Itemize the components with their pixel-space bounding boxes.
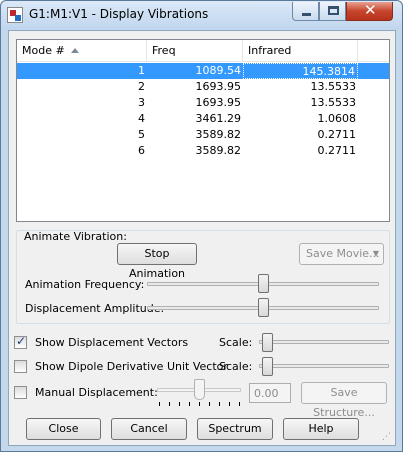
- table-cell-freq: 3589.82: [195, 144, 242, 157]
- column-header-label: Mode #: [22, 44, 65, 57]
- table-cell-freq: 1693.95: [195, 96, 242, 109]
- dropdown-arrow-icon: ▼: [372, 249, 379, 258]
- spectrum-button[interactable]: Spectrum: [197, 418, 273, 440]
- table-header: Mode # Freq Infrared: [17, 40, 389, 62]
- title-bar[interactable]: G1:M1:V1 - Display Vibrations ✕: [1, 1, 402, 29]
- table-cell-mode: 5: [138, 128, 145, 141]
- stop-animation-button[interactable]: Stop Animation: [117, 243, 197, 280]
- table-cell-mode: 2: [138, 80, 145, 93]
- maximize-button[interactable]: [319, 2, 346, 21]
- close-window-button[interactable]: ✕: [346, 1, 393, 21]
- show-dipole-vector-label: Show Dipole Derivative Unit Vector: [35, 360, 228, 373]
- table-row[interactable]: 6 3589.82 0.2711: [17, 143, 389, 159]
- manual-displacement-value-field[interactable]: 0.00: [249, 383, 291, 403]
- table-cell-freq: 3461.29: [195, 112, 242, 125]
- table-cell-ir: 0.2711: [317, 144, 357, 157]
- show-displacement-vectors-label: Show Displacement Vectors: [35, 336, 189, 349]
- dialog-client-area: Mode # Freq Infrared 1 1089.54 145.3814 2 16…: [8, 30, 396, 446]
- animation-frequency-thumb[interactable]: [258, 274, 269, 293]
- table-cell-freq: 1089.54: [195, 64, 242, 77]
- animate-vibration-label: Animate Vibration:: [24, 230, 127, 243]
- column-header-label: Infrared: [248, 44, 292, 57]
- column-header-infrared[interactable]: Infrared: [243, 40, 358, 62]
- cancel-button[interactable]: Cancel: [111, 418, 187, 440]
- table-row[interactable]: 5 3589.82 0.2711: [17, 127, 389, 143]
- close-button[interactable]: Close: [26, 418, 101, 440]
- table-row[interactable]: 1 1089.54 145.3814: [17, 63, 389, 79]
- manual-displacement-thumb[interactable]: [194, 379, 205, 400]
- display-vibrations-window: G1:M1:V1 - Display Vibrations ✕ Mode # F…: [0, 0, 403, 452]
- manual-displacement-checkbox[interactable]: [14, 386, 27, 399]
- table-cell-mode: 3: [138, 96, 145, 109]
- maximize-icon: [328, 6, 339, 15]
- table-cell-ir: 13.5533: [310, 96, 357, 109]
- table-cell-freq: 3589.82: [195, 128, 242, 141]
- vectors-scale-slider[interactable]: [259, 340, 389, 344]
- help-button[interactable]: Help: [283, 418, 359, 440]
- displacement-amplitude-thumb[interactable]: [258, 298, 269, 317]
- table-cell-ir: 13.5533: [310, 80, 357, 93]
- vectors-scale-thumb[interactable]: [262, 333, 273, 352]
- table-cell-mode: 6: [138, 144, 145, 157]
- show-displacement-vectors-checkbox[interactable]: ✓: [14, 334, 27, 349]
- table-cell-ir: 1.0608: [317, 112, 357, 125]
- app-icon: [7, 7, 23, 23]
- dipole-scale-label: Scale:: [219, 360, 253, 373]
- vectors-scale-label: Scale:: [219, 336, 253, 349]
- column-header-freq[interactable]: Freq: [147, 40, 243, 62]
- save-movie-button[interactable]: Save Movie... ▼: [299, 243, 384, 265]
- animation-frequency-label: Animation Frequency:: [25, 278, 145, 291]
- table-row[interactable]: 2 1693.95 13.5533: [17, 79, 389, 95]
- save-structure-button[interactable]: Save Structure...: [301, 382, 387, 419]
- column-header-filler: [358, 40, 389, 62]
- table-cell-ir: 145.3814: [243, 63, 358, 79]
- resize-grip-icon[interactable]: ⋰: [382, 432, 394, 444]
- dipole-scale-thumb[interactable]: [262, 357, 273, 376]
- minimize-button[interactable]: [292, 2, 319, 21]
- manual-displacement-label: Manual Displacement:: [35, 386, 158, 399]
- vibration-modes-table[interactable]: Mode # Freq Infrared 1 1089.54 145.3814 2 16…: [16, 39, 390, 222]
- show-dipole-vector-checkbox[interactable]: [14, 360, 27, 373]
- table-cell-freq: 1693.95: [195, 80, 242, 93]
- table-row[interactable]: 3 1693.95 13.5533: [17, 95, 389, 111]
- column-header-mode[interactable]: Mode #: [17, 40, 147, 62]
- table-cell-mode: 1: [138, 64, 145, 77]
- save-movie-label: Save Movie...: [306, 247, 380, 260]
- window-title: G1:M1:V1 - Display Vibrations: [29, 7, 209, 21]
- sort-ascending-icon: [71, 48, 79, 53]
- check-mark-icon: ✓: [16, 334, 27, 348]
- column-header-label: Freq: [152, 44, 176, 57]
- minimize-icon: [302, 13, 311, 16]
- table-cell-mode: 4: [138, 112, 145, 125]
- close-icon: ✕: [364, 1, 377, 19]
- manual-displacement-ticks: [159, 402, 240, 406]
- table-row[interactable]: 4 3461.29 1.0608: [17, 111, 389, 127]
- table-cell-ir: 0.2711: [317, 128, 357, 141]
- dipole-scale-slider[interactable]: [259, 364, 389, 368]
- displacement-amplitude-label: Displacement Amplitude:: [25, 302, 165, 315]
